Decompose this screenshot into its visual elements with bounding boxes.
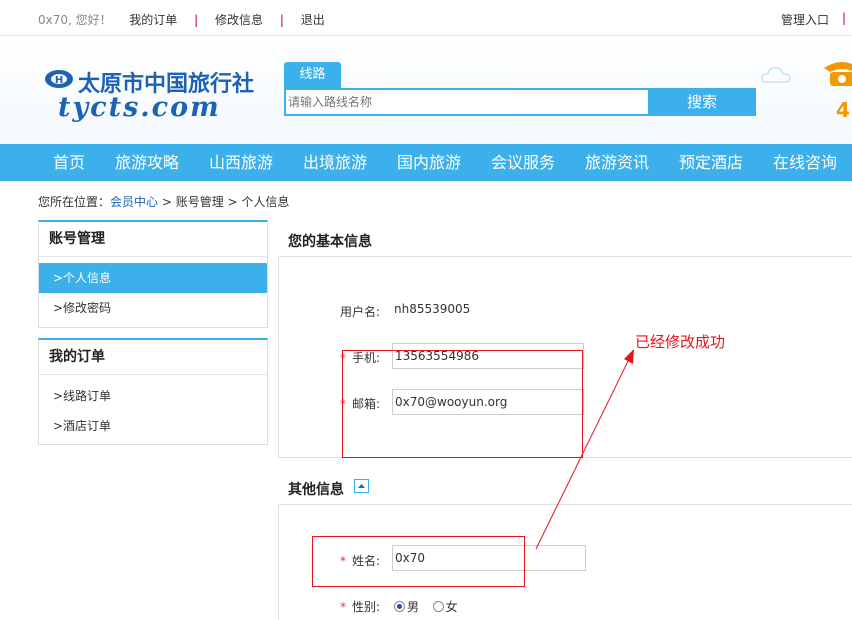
search-button[interactable]: 搜索: [648, 88, 756, 116]
my-orders-link[interactable]: 我的订单: [129, 13, 177, 27]
nav-item-travel-guide[interactable]: 旅游攻略: [115, 144, 179, 181]
breadcrumb-member-center[interactable]: 会员中心: [110, 195, 158, 209]
sidebar-item-hotel-orders[interactable]: >酒店订单: [39, 411, 267, 441]
greeting-text: 0x70, 您好！: [38, 13, 112, 27]
search-tab-route[interactable]: 线路: [284, 62, 341, 88]
search-input[interactable]: [288, 92, 644, 112]
breadcrumb-prefix: 您所在位置：: [38, 195, 111, 209]
logo-emblem-icon: H: [45, 70, 73, 88]
nav-item-shanxi-travel[interactable]: 山西旅游: [209, 144, 273, 181]
sidebar-account-box: 账号管理 >个人信息 >修改密码: [38, 220, 268, 328]
annotation-box-name: [312, 536, 525, 587]
triangle-up-icon: [358, 484, 365, 488]
breadcrumb-separator: >: [223, 195, 242, 209]
search-box: 搜索: [284, 88, 756, 116]
sidebar-item-route-orders[interactable]: >线路订单: [39, 381, 267, 411]
phone-icon: [824, 62, 852, 86]
site-logo[interactable]: H 太原市中国旅行社 tycts.com: [44, 66, 269, 124]
separator: |: [194, 13, 199, 27]
basic-info-title: 您的基本信息: [288, 234, 372, 250]
gender-label-row: * 性别:: [340, 598, 380, 615]
nav-item-hotel-booking[interactable]: 预定酒店: [679, 144, 743, 181]
nav-item-outbound-travel[interactable]: 出境旅游: [303, 144, 367, 181]
gender-label: 性别:: [352, 600, 381, 614]
nav-item-conference[interactable]: 会议服务: [491, 144, 555, 181]
gender-male-label: 男: [407, 600, 420, 614]
main-nav: 首页 旅游攻略 山西旅游 出境旅游 国内旅游 会议服务 旅游资讯 预定酒店 在线…: [0, 144, 852, 181]
page: 0x70, 您好！ 我的订单 | 修改信息 | 退出 管理入口 | H 太原市中…: [0, 0, 852, 620]
breadcrumb: 您所在位置：会员中心 > 账号管理 > 个人信息: [38, 193, 289, 210]
svg-text:H: H: [55, 75, 63, 86]
other-info-title: 其他信息: [288, 482, 344, 498]
user-links: 0x70, 您好！ 我的订单 | 修改信息 | 退出: [38, 11, 325, 28]
logout-link[interactable]: 退出: [301, 13, 325, 27]
cloud-decoration: [761, 67, 791, 83]
nav-item-online-consult[interactable]: 在线咨询: [773, 144, 837, 181]
nav-item-home[interactable]: 首页: [53, 144, 85, 181]
breadcrumb-current: 个人信息: [241, 195, 290, 209]
nav-item-domestic-travel[interactable]: 国内旅游: [397, 144, 461, 181]
admin-entry-link[interactable]: 管理入口: [781, 11, 829, 28]
username-value: nh85539005: [394, 302, 471, 316]
top-bar: 0x70, 您好！ 我的订单 | 修改信息 | 退出 管理入口 |: [0, 0, 852, 36]
annotation-box-contact: [342, 350, 583, 458]
logo-domain: tycts.com: [58, 92, 221, 123]
sidebar-orders-title: 我的订单: [39, 340, 267, 375]
gender-male-radio[interactable]: [394, 601, 405, 612]
gender-options: 男 女: [394, 598, 458, 615]
collapse-toggle-button[interactable]: [354, 479, 369, 493]
username-label: 用户名:: [340, 305, 381, 319]
sidebar-item-profile[interactable]: >个人信息: [39, 263, 267, 293]
site-header: H 太原市中国旅行社 tycts.com 线路 搜索 4: [0, 36, 852, 144]
sidebar-item-change-password[interactable]: >修改密码: [39, 293, 267, 323]
breadcrumb-separator: >: [158, 195, 176, 209]
sidebar-account-title: 账号管理: [39, 222, 267, 257]
gender-female-label: 女: [445, 600, 458, 614]
required-mark: *: [340, 600, 346, 614]
sidebar-orders-box: 我的订单 >线路订单 >酒店订单: [38, 338, 268, 445]
annotation-text: 已经修改成功: [635, 333, 726, 351]
breadcrumb-account[interactable]: 账号管理: [176, 195, 224, 209]
separator: |: [842, 11, 847, 25]
separator: |: [279, 13, 284, 27]
gender-female-radio[interactable]: [432, 601, 444, 612]
nav-item-travel-news[interactable]: 旅游资讯: [585, 144, 649, 181]
edit-info-link[interactable]: 修改信息: [215, 13, 263, 27]
hotline-number: 4: [836, 98, 850, 122]
